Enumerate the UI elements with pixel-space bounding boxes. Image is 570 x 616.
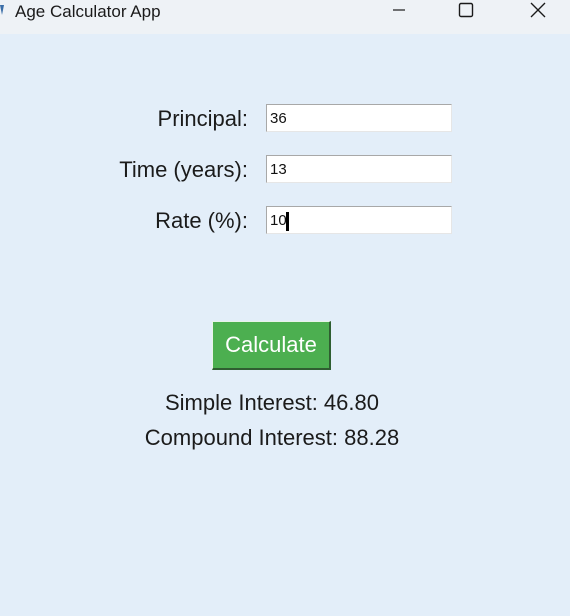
calculate-button[interactable]: Calculate [212,321,331,370]
principal-label: Principal: [157,106,248,131]
time-label: Time (years): [119,157,248,182]
text-cursor [286,212,289,231]
window-title: Age Calculator App [15,2,161,21]
time-input[interactable] [266,155,452,183]
rate-label: Rate (%): [155,208,248,233]
title-bar: Age Calculator App [0,0,570,34]
principal-input[interactable] [266,104,452,132]
compound-interest-result: Compound Interest: 88.28 [144,425,400,450]
maximize-icon [458,2,474,23]
app-window: Age Calculator App Principal: Time (year… [0,0,570,616]
app-icon [0,2,4,15]
close-icon [530,2,546,23]
minimize-icon [392,3,406,22]
rate-input[interactable] [266,206,452,234]
maximize-button[interactable] [443,0,489,24]
minimize-button[interactable] [376,0,422,24]
close-button[interactable] [515,0,561,24]
simple-interest-result: Simple Interest: 46.80 [164,390,379,415]
